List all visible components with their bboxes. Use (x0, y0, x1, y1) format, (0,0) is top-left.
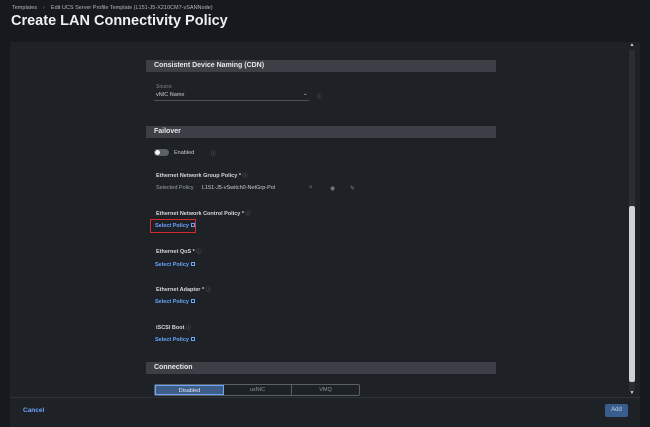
iscsi-select-policy[interactable]: Select Policy (155, 337, 195, 343)
selected-policy-value: L151-J5-vSwitch0-NetGrp-Pol (202, 185, 276, 191)
connection-section-header: Connection (146, 362, 496, 374)
source-label: Source (156, 84, 172, 90)
cdn-section-title: Consistent Device Naming (CDN) (154, 62, 265, 69)
info-icon[interactable]: ⓘ (211, 150, 216, 157)
source-select[interactable]: vNIC Name ⌄ (154, 91, 309, 101)
connection-option-disabled[interactable]: Disabled (155, 385, 224, 395)
info-icon[interactable]: ⓘ (243, 173, 248, 179)
info-icon[interactable]: ⓘ (206, 287, 211, 293)
external-link-icon (190, 262, 195, 266)
adapter-label-text: Ethernet Adapter * (156, 287, 205, 293)
form-panel: Consistent Device Naming (CDN) Source vN… (10, 42, 640, 397)
external-link-icon (190, 299, 195, 303)
info-icon[interactable]: ⓘ (186, 325, 191, 331)
breadcrumb-edit-template[interactable]: Edit UCS Server Profile Template (L151-J… (51, 5, 213, 11)
qos-select-policy[interactable]: Select Policy (155, 262, 195, 268)
connection-option-usnic[interactable]: usNIC (224, 385, 292, 395)
network-group-label: Ethernet Network Group Policy * ⓘ (156, 172, 248, 179)
cdn-section-header: Consistent Device Naming (CDN) (146, 60, 496, 72)
qos-select-policy-text: Select Policy (155, 262, 189, 268)
network-control-label: Ethernet Network Control Policy * ⓘ (156, 210, 251, 217)
network-group-label-text: Ethernet Network Group Policy * (156, 173, 241, 179)
cancel-button[interactable]: Cancel (23, 407, 44, 414)
form-content: Consistent Device Naming (CDN) Source vN… (146, 42, 496, 397)
scroll-down-icon[interactable]: ▼ (628, 390, 636, 396)
source-value: vNIC Name (156, 92, 185, 98)
qos-label: Ethernet QoS * ⓘ (156, 248, 201, 255)
scroll-up-icon[interactable]: ▲ (628, 42, 636, 48)
close-icon[interactable]: × (309, 185, 313, 191)
adapter-label: Ethernet Adapter * ⓘ (156, 286, 211, 293)
network-control-label-text: Ethernet Network Control Policy * (156, 211, 245, 217)
breadcrumb-templates[interactable]: Templates (12, 5, 37, 11)
failover-section-header: Failover (146, 126, 496, 138)
info-icon[interactable]: ⓘ (317, 93, 322, 100)
adapter-select-policy[interactable]: Select Policy (155, 299, 195, 305)
page-title: Create LAN Connectivity Policy (11, 13, 228, 29)
connection-option-vmq[interactable]: VMQ (292, 385, 359, 395)
iscsi-label-text: iSCSI Boot (156, 325, 185, 331)
failover-section-title: Failover (154, 128, 181, 135)
connection-segmented-control: Disabled usNIC VMQ (154, 384, 360, 396)
scrollbar[interactable]: ▲ ▼ (628, 42, 636, 397)
iscsi-label: iSCSI Boot ⓘ (156, 324, 191, 331)
info-icon[interactable]: ⓘ (196, 249, 201, 255)
info-icon[interactable]: ⓘ (246, 211, 251, 217)
failover-toggle-label: Enabled (174, 150, 195, 156)
footer-bar: Cancel Add (10, 397, 640, 427)
breadcrumb: Templates › Edit UCS Server Profile Templa… (12, 5, 213, 11)
failover-toggle[interactable] (154, 149, 169, 156)
page-header: Templates › Edit UCS Server Profile Templa… (0, 0, 650, 42)
iscsi-select-policy-text: Select Policy (155, 337, 189, 343)
chevron-down-icon: ⌄ (303, 91, 308, 97)
scrollbar-thumb[interactable] (629, 206, 635, 382)
selected-policy-label: Selected Policy (156, 185, 194, 191)
pencil-icon[interactable]: ✎ (350, 185, 355, 192)
add-button[interactable]: Add (605, 404, 628, 417)
eye-icon[interactable]: ◉ (330, 185, 335, 192)
external-link-icon (190, 337, 195, 341)
highlight-box (150, 219, 196, 233)
qos-label-text: Ethernet QoS * (156, 249, 195, 255)
connection-section-title: Connection (154, 364, 193, 371)
adapter-select-policy-text: Select Policy (155, 299, 189, 305)
